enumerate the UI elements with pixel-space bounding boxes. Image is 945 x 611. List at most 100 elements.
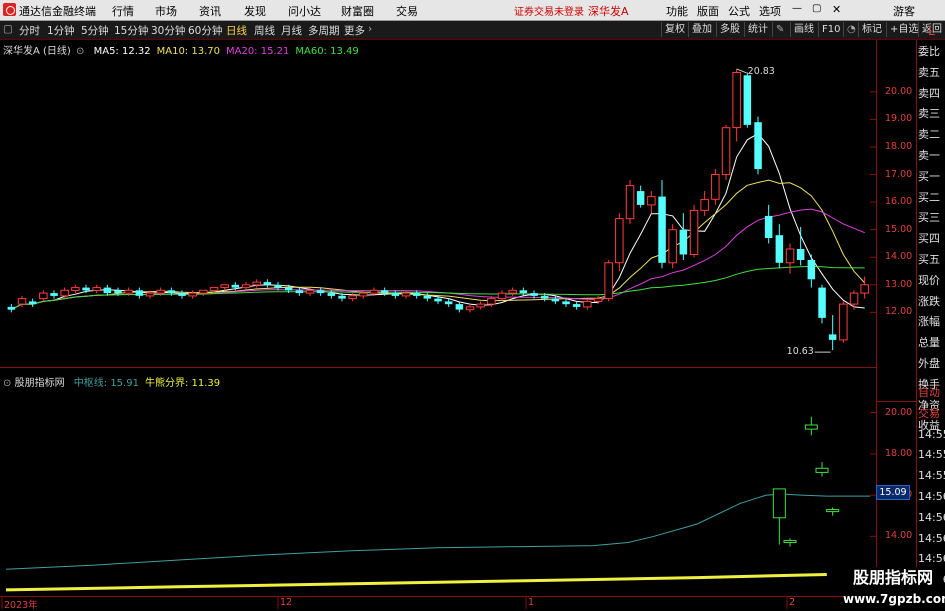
kline-chart[interactable] [0,0,945,609]
candle-body [28,301,37,305]
candle-body [540,295,549,299]
trade-field: 14:56 [918,531,945,545]
quote-field: 买二 [918,190,940,204]
candle-body [647,196,656,206]
signal-bar [783,539,797,544]
candle-body [807,260,816,280]
candle-body [754,122,762,170]
candle-body [231,284,240,288]
candle-body [295,290,304,294]
candle-body [327,293,336,296]
candle-body [156,289,165,294]
signal-bar [772,488,786,519]
candle-body [487,298,496,305]
candle-body [135,290,144,296]
quote-field: 买一 [918,169,940,183]
candle-body [380,290,389,294]
candle-body [519,290,528,294]
candle-body [145,292,155,297]
candle-body [743,75,752,125]
candle-body [167,290,176,294]
candle-body [476,303,485,308]
sub-line-0 [5,493,870,570]
candle-body [71,287,80,291]
watermark-url: www.7gpzb.com [843,589,945,609]
candle-body [721,127,731,176]
candle-body [689,209,699,255]
candle-body [348,295,357,300]
candle-body [775,235,784,263]
candle-body [668,229,677,264]
candle-body [583,300,592,308]
candle-body [39,292,48,300]
quote-field: 卖一 [918,148,940,162]
candle-body [50,293,58,296]
candle-body [305,289,315,294]
candle-body [220,284,229,289]
quote-field: 外盘 [918,356,940,370]
candle-body [700,198,709,211]
quote-panel: 委比 卖五 卖四 卖三 卖二 卖一 买一 买二 买三 买四 买五 现价 涨跌 涨幅 总量 外盘 换手 净资 收益 [918,42,945,437]
candle-body [391,293,400,296]
candle-body [604,262,613,300]
watermark-title: 股朋指标网 [843,567,943,589]
candle-body [860,284,869,294]
candle-body [839,303,848,341]
candle-body [625,185,635,220]
candle-body [82,287,90,291]
corner-mark: L [928,24,935,38]
candle-body [818,287,826,318]
candle-body [316,290,325,294]
candle-body [732,72,741,129]
candle-body [359,292,368,297]
candle-body [658,196,666,263]
candle-body [338,295,346,299]
candle-body [497,292,507,300]
sub-line-1 [5,573,827,592]
quote-field: 委比 [918,45,940,58]
signal-bar [804,424,818,430]
candle-body [711,174,720,200]
candle-body [434,298,442,302]
signal-bar [826,509,840,513]
candle-body [679,229,688,255]
candle-body [124,289,133,294]
candle-body [114,290,122,294]
trade-field: 14:55 [918,469,945,483]
signal-bar [815,467,829,473]
quote-field: 卖二 [918,128,940,142]
candle-body [199,289,208,294]
quote-field: 卖三 [918,107,940,121]
candle-body [263,282,272,285]
candle-body [562,301,570,305]
candle-body [465,306,475,311]
candle-body [188,292,197,297]
candle-body [178,293,186,296]
ma-line-ma5 [11,133,865,311]
candle-body [369,289,379,294]
quote-field: 总量 [918,336,940,350]
trade-field: 自动 [918,386,940,399]
trade-panel: 自动交易14:5514:5514:5514:5614:5614:5614:561… [918,383,945,591]
candle-body [764,215,773,238]
candle-body [796,249,805,260]
quote-field: 卖四 [918,86,940,100]
candle-body [252,281,261,286]
trade-field: 交易 [918,406,940,420]
quote-field: 现价 [918,273,940,287]
candle-body [551,298,560,302]
candle-body [60,289,69,297]
trade-field: 14:55 [918,427,945,441]
candle-body [785,248,795,264]
candle-body [209,287,219,291]
trade-field: 14:56 [918,510,945,524]
candle-body [849,292,859,305]
trade-field: 14:55 [918,448,945,462]
quote-field: 涨幅 [918,315,940,329]
candle-body [593,298,603,302]
candle-body [103,287,112,294]
candle-body [401,292,411,297]
candle-body [615,218,624,264]
quote-field: 卖五 [918,65,940,79]
candle-body [423,295,432,299]
